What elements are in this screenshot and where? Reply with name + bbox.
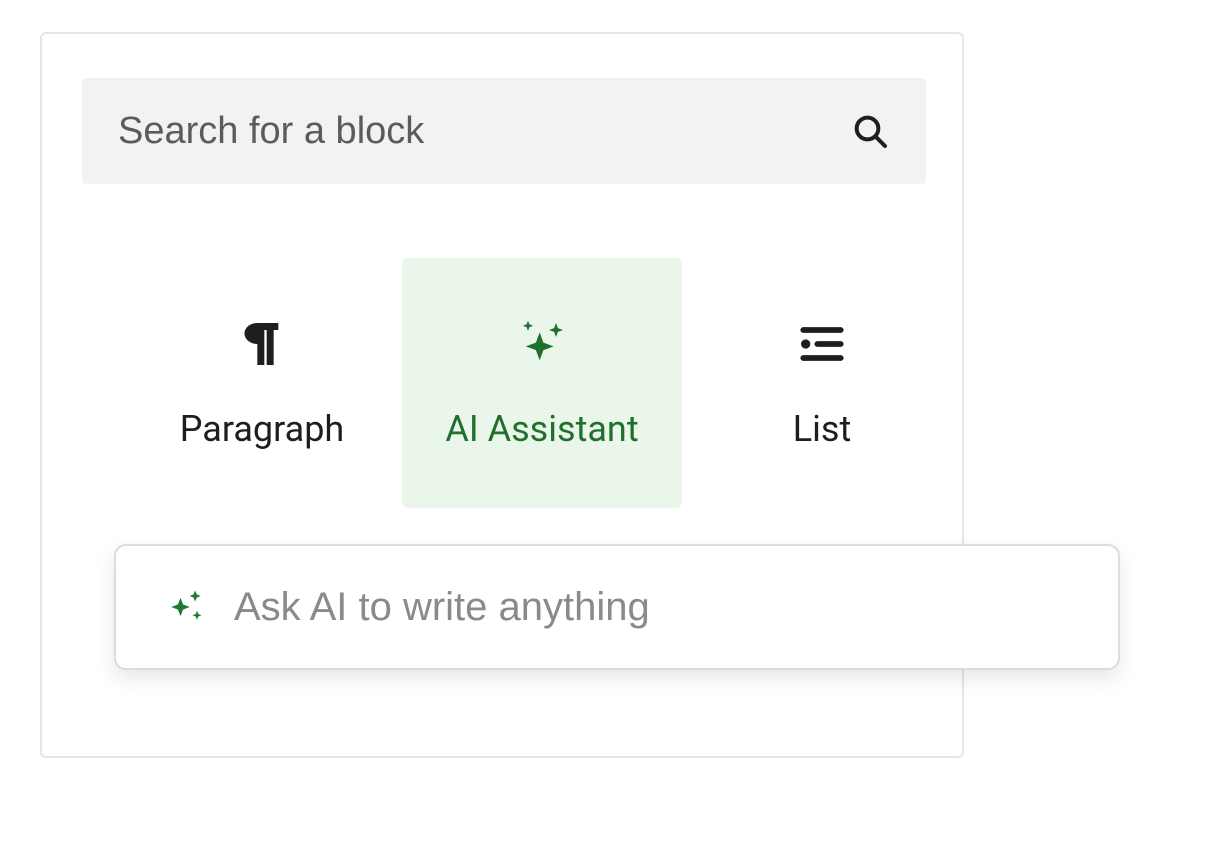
ai-prompt-input[interactable] xyxy=(232,584,1086,631)
block-option-label: List xyxy=(793,408,852,450)
block-options-row: Paragraph AI Assistant Li xyxy=(122,258,962,508)
ai-prompt-bar[interactable] xyxy=(114,544,1120,670)
block-search-bar[interactable] xyxy=(82,78,926,184)
search-icon xyxy=(850,111,890,151)
block-search-input[interactable] xyxy=(116,109,850,154)
paragraph-icon xyxy=(234,316,290,372)
sparkle-icon xyxy=(514,316,570,372)
block-option-ai-assistant[interactable]: AI Assistant xyxy=(402,258,682,508)
block-option-label: AI Assistant xyxy=(445,408,638,450)
block-option-label: Paragraph xyxy=(180,408,345,450)
sparkle-icon xyxy=(164,585,208,629)
block-option-paragraph[interactable]: Paragraph xyxy=(122,258,402,508)
block-option-list[interactable]: List xyxy=(682,258,962,508)
list-icon xyxy=(794,316,850,372)
